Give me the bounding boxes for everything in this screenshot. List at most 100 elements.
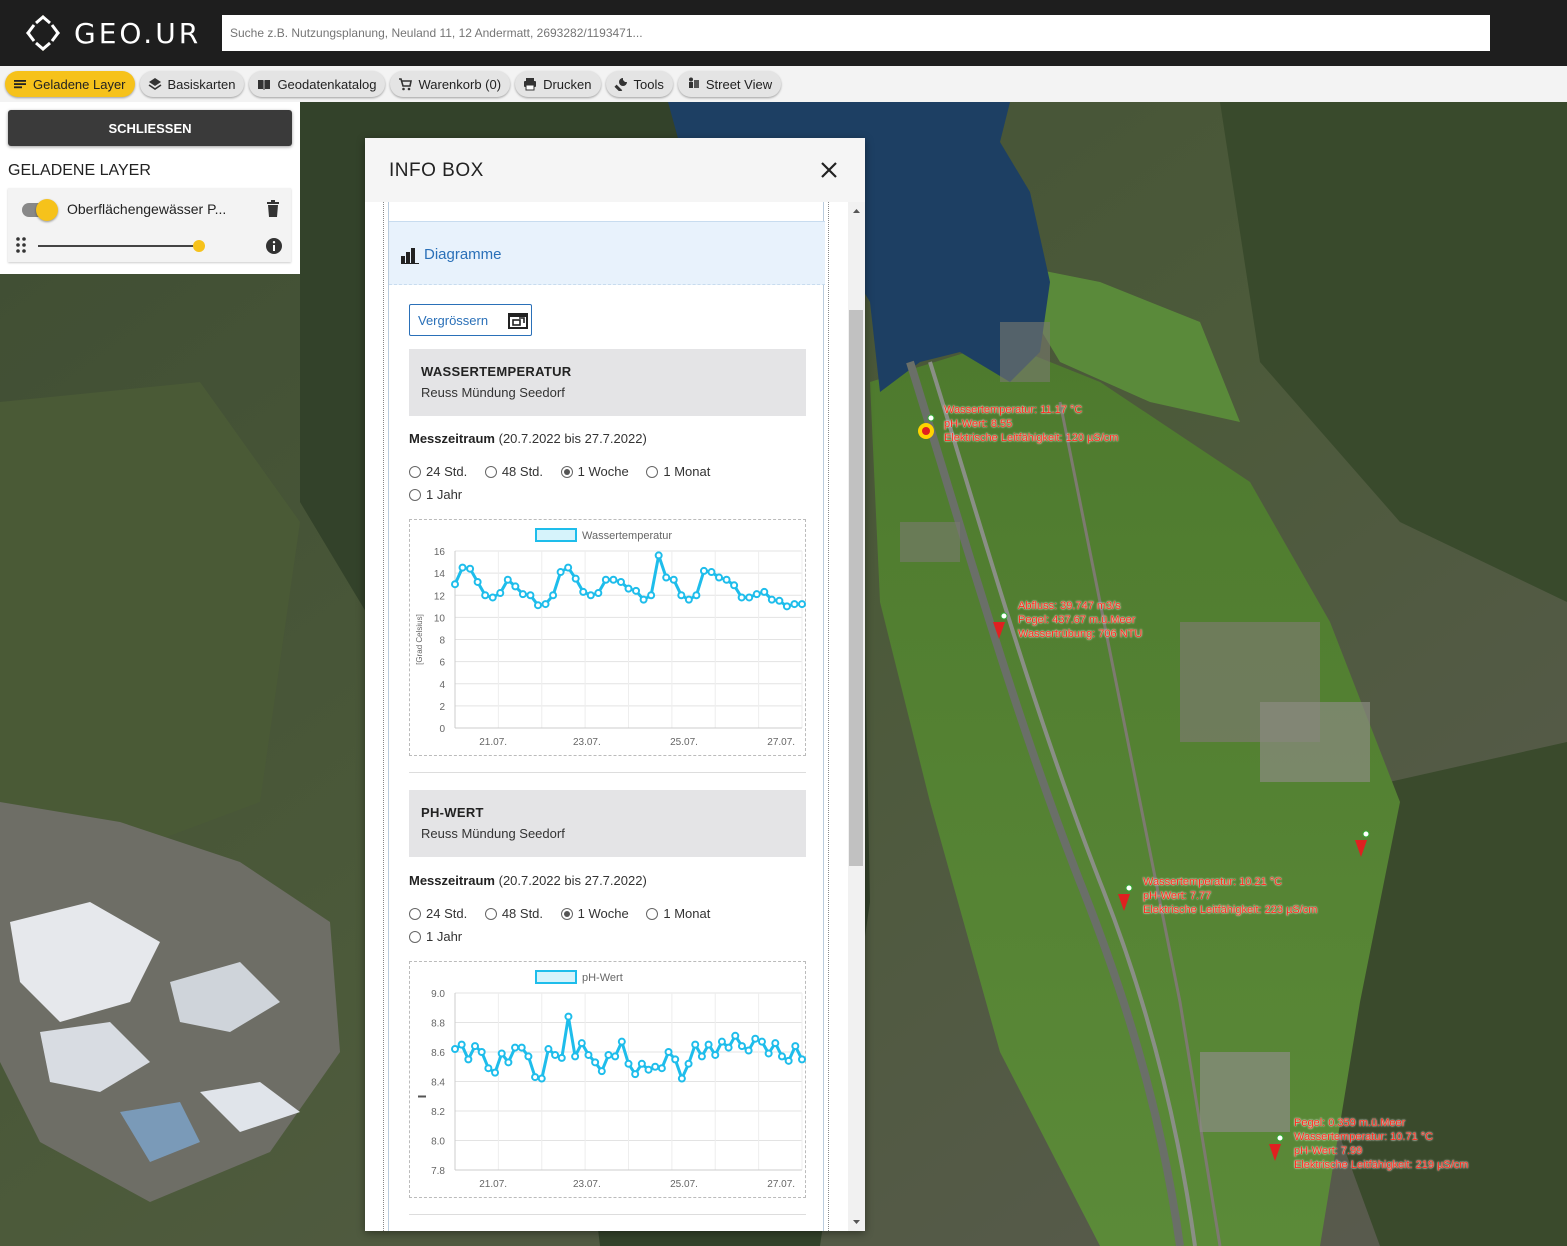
y-tick-label: 10 (434, 613, 446, 624)
search-input[interactable] (222, 15, 1490, 51)
radio-48h[interactable]: 48 Std. (484, 902, 543, 925)
enlarge-button[interactable]: Vergrössern (409, 304, 532, 336)
trash-icon[interactable] (266, 200, 280, 218)
data-point (737, 593, 746, 602)
opacity-slider[interactable] (38, 245, 198, 247)
data-point (526, 591, 535, 600)
radio-1-year[interactable]: 1 Jahr (409, 925, 462, 948)
layer-name[interactable]: Oberflächengewässer P... (67, 201, 226, 217)
radio-circle[interactable] (409, 907, 421, 920)
section-subtitle: Reuss Mündung Seedorf (421, 826, 565, 841)
legend-swatch (535, 970, 577, 984)
data-point (458, 563, 467, 572)
data-point (684, 595, 693, 604)
y-tick-label: 8 (439, 636, 445, 647)
logo-text: GEO.UR (74, 16, 202, 50)
radio-48h[interactable]: 48 Std. (484, 460, 543, 483)
radio-circle[interactable] (560, 465, 573, 478)
data-point (711, 1050, 720, 1059)
data-point (704, 1040, 713, 1049)
radio-24h[interactable]: 24 Std. (409, 902, 467, 925)
drag-handle-icon[interactable] (16, 237, 26, 253)
marker-label: Wassertemperatur: 10.21 °C pH-Wert: 7.77… (1143, 875, 1317, 917)
data-point (541, 600, 550, 609)
data-point (511, 582, 520, 591)
tab-warenkorb[interactable]: Warenkorb (0) (390, 71, 511, 97)
data-point (491, 1068, 500, 1077)
scroll-down-icon[interactable] (848, 1215, 865, 1229)
close-icon[interactable] (819, 160, 839, 180)
info-icon[interactable] (265, 237, 283, 255)
tab-geladene-layer[interactable]: Geladene Layer (5, 71, 135, 97)
tab-label: Tools (633, 76, 664, 92)
tab-basiskarten[interactable]: Basiskarten (139, 71, 245, 97)
data-point (798, 1055, 806, 1064)
data-point (624, 1059, 633, 1068)
radio-1-month[interactable]: 1 Monat (646, 902, 710, 925)
scrollbar-thumb[interactable] (849, 310, 863, 866)
layer-toggle-knob[interactable] (36, 199, 58, 221)
radio-24h[interactable]: 24 Std. (409, 460, 467, 483)
tab-label: Diagramme (424, 246, 502, 263)
radio-circle[interactable] (409, 488, 421, 501)
tab-diagramme[interactable]: Diagramme (389, 221, 825, 285)
radio-circle[interactable] (646, 907, 659, 920)
radio-circle[interactable] (560, 907, 573, 920)
data-point (504, 1058, 513, 1067)
radio-1-month[interactable]: 1 Monat (646, 460, 710, 483)
y-tick-label: 8.6 (431, 1048, 445, 1059)
tab-drucken[interactable]: Drucken (515, 71, 601, 97)
y-tick-label: 8.4 (431, 1078, 445, 1089)
tab-tools[interactable]: Tools (605, 71, 673, 97)
scroll-up-icon[interactable] (848, 204, 865, 218)
chart-ph-wert: pH-Wert 7.8 8.0 8.2 8.4 8.6 8.8 9.0 21.07. 23.07.… (409, 961, 806, 1198)
data-point (533, 601, 542, 610)
data-point (584, 1050, 593, 1059)
data-point (473, 577, 482, 586)
logo-icon (26, 15, 60, 51)
data-point (639, 595, 648, 604)
marker-label-line: Abfluss: 39.747 m3/s (1018, 600, 1121, 612)
data-point (715, 573, 724, 582)
radio-1-week[interactable]: 1 Woche (560, 460, 629, 483)
y-axis-label: [Grad Celsius] (415, 614, 424, 665)
data-point (484, 1064, 493, 1073)
data-point (782, 602, 791, 611)
data-point (511, 1043, 520, 1052)
y-tick-label: 8.0 (431, 1137, 445, 1148)
radio-circle[interactable] (646, 465, 659, 478)
opacity-slider-handle[interactable] (193, 240, 205, 252)
x-tick-label: 23.07. (573, 1179, 601, 1190)
data-point (699, 566, 708, 575)
logo[interactable]: GEO.UR (24, 12, 201, 54)
data-point (697, 1052, 706, 1061)
radio-circle[interactable] (409, 930, 421, 943)
radio-label: 1 Woche (577, 464, 629, 479)
tab-geodatenkatalog[interactable]: Geodatenkatalog (249, 71, 386, 97)
expand-window-icon (508, 313, 529, 329)
data-point (707, 568, 716, 577)
data-point (632, 586, 641, 595)
data-point (767, 595, 776, 604)
data-point (722, 575, 731, 584)
cart-icon (399, 78, 413, 91)
period-options: 24 Std. 48 Std. 1 Woche 1 Monat 1 Jahr (409, 902, 789, 948)
radio-circle[interactable] (484, 907, 497, 920)
data-point (457, 1040, 466, 1049)
tab-label: Geodatenkatalog (277, 76, 377, 92)
tab-street-view[interactable]: Street View (677, 71, 782, 97)
data-point (556, 568, 565, 577)
y-tick-label: 9.0 (431, 989, 445, 1000)
data-point (651, 1062, 660, 1071)
radio-circle[interactable] (484, 465, 497, 478)
data-point (775, 596, 784, 605)
street-view-icon (688, 77, 699, 88)
marker-label-line: Elektrische Leitfähigkeit: 219 µS/cm (1294, 1159, 1469, 1171)
y-tick-label: 2 (439, 702, 445, 713)
radio-1-week[interactable]: 1 Woche (560, 902, 629, 925)
data-point (464, 1055, 473, 1064)
close-panel-button[interactable]: SCHLIESSEN (8, 110, 292, 146)
layer-item: Oberflächengewässer P... (8, 188, 291, 262)
radio-1-year[interactable]: 1 Jahr (409, 483, 462, 506)
radio-circle[interactable] (409, 465, 421, 478)
